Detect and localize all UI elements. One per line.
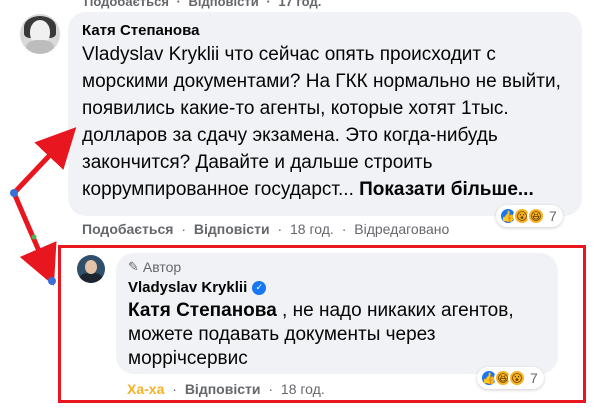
reaction-summary[interactable]: 👍 😆 😮 7 <box>477 367 544 389</box>
comment-bubble: Катя Степанова Vladyslav Kryklii что сей… <box>68 12 582 216</box>
comment-body: Vladyslav Kryklii что сейчас опять проис… <box>82 44 561 200</box>
comment-text: Vladyslav Kryklii что сейчас опять проис… <box>82 41 568 203</box>
separator: · <box>268 381 274 397</box>
reply-actions: Ха-ха · Відповісти · 18 год. <box>127 381 325 397</box>
arrow-mid-dot <box>31 234 37 240</box>
reply-bubble: ✎ Автор Vladyslav Kryklii ✓ Катя Степано… <box>116 253 558 374</box>
haha-reaction-action[interactable]: Ха-ха <box>127 381 164 397</box>
reply-action[interactable]: Відповісти <box>185 381 261 397</box>
previous-comment-actions: Подобається · Відповісти · 17 год. <box>84 0 325 9</box>
pencil-icon: ✎ <box>128 259 139 274</box>
separator: · <box>181 221 187 237</box>
like-action[interactable]: Подобається <box>84 0 169 9</box>
separator: · <box>277 221 283 237</box>
verified-badge-icon: ✓ <box>252 280 267 295</box>
reply-action[interactable]: Відповісти <box>189 0 259 9</box>
comment-author[interactable]: Катя Степанова <box>82 22 568 39</box>
arrow-end-dot <box>48 277 56 285</box>
reaction-count: 7 <box>549 208 557 224</box>
reaction-count: 7 <box>530 370 538 386</box>
timestamp[interactable]: 17 год. <box>278 0 321 9</box>
comment-actions: Подобається · Відповісти · 18 год. · Від… <box>82 221 449 237</box>
reaction-summary[interactable]: 👍 😮 😆 7 <box>496 205 563 227</box>
arrow-origin-dot <box>10 189 18 197</box>
timestamp[interactable]: 18 год. <box>281 381 325 397</box>
reply-author: Vladyslav Kryklii ✓ <box>128 279 546 296</box>
author-badge-label: Автор <box>142 259 182 275</box>
avatar[interactable] <box>20 14 60 54</box>
timestamp[interactable]: 18 год. <box>290 221 334 237</box>
separator: · <box>266 0 271 9</box>
arrow-to-comment <box>12 127 77 195</box>
author-badge: ✎ Автор <box>128 259 546 275</box>
separator: · <box>176 0 181 9</box>
avatar[interactable] <box>77 255 105 283</box>
arrow-to-reply <box>11 192 57 286</box>
separator: · <box>341 221 347 237</box>
separator: · <box>172 381 177 397</box>
reply-action[interactable]: Відповісти <box>194 221 270 237</box>
like-action[interactable]: Подобається <box>82 221 173 237</box>
edited-label: Відредаговано <box>354 221 450 237</box>
wow-icon: 😮 <box>508 369 526 387</box>
see-more-link[interactable]: Показати більше... <box>359 179 534 200</box>
reply-text: Катя Степанова , не надо никаких агентов… <box>128 299 546 371</box>
mention-link[interactable]: Катя Степанова <box>128 300 277 321</box>
reply-author-name[interactable]: Vladyslav Kryklii <box>128 279 247 296</box>
haha-icon: 😆 <box>527 207 545 225</box>
